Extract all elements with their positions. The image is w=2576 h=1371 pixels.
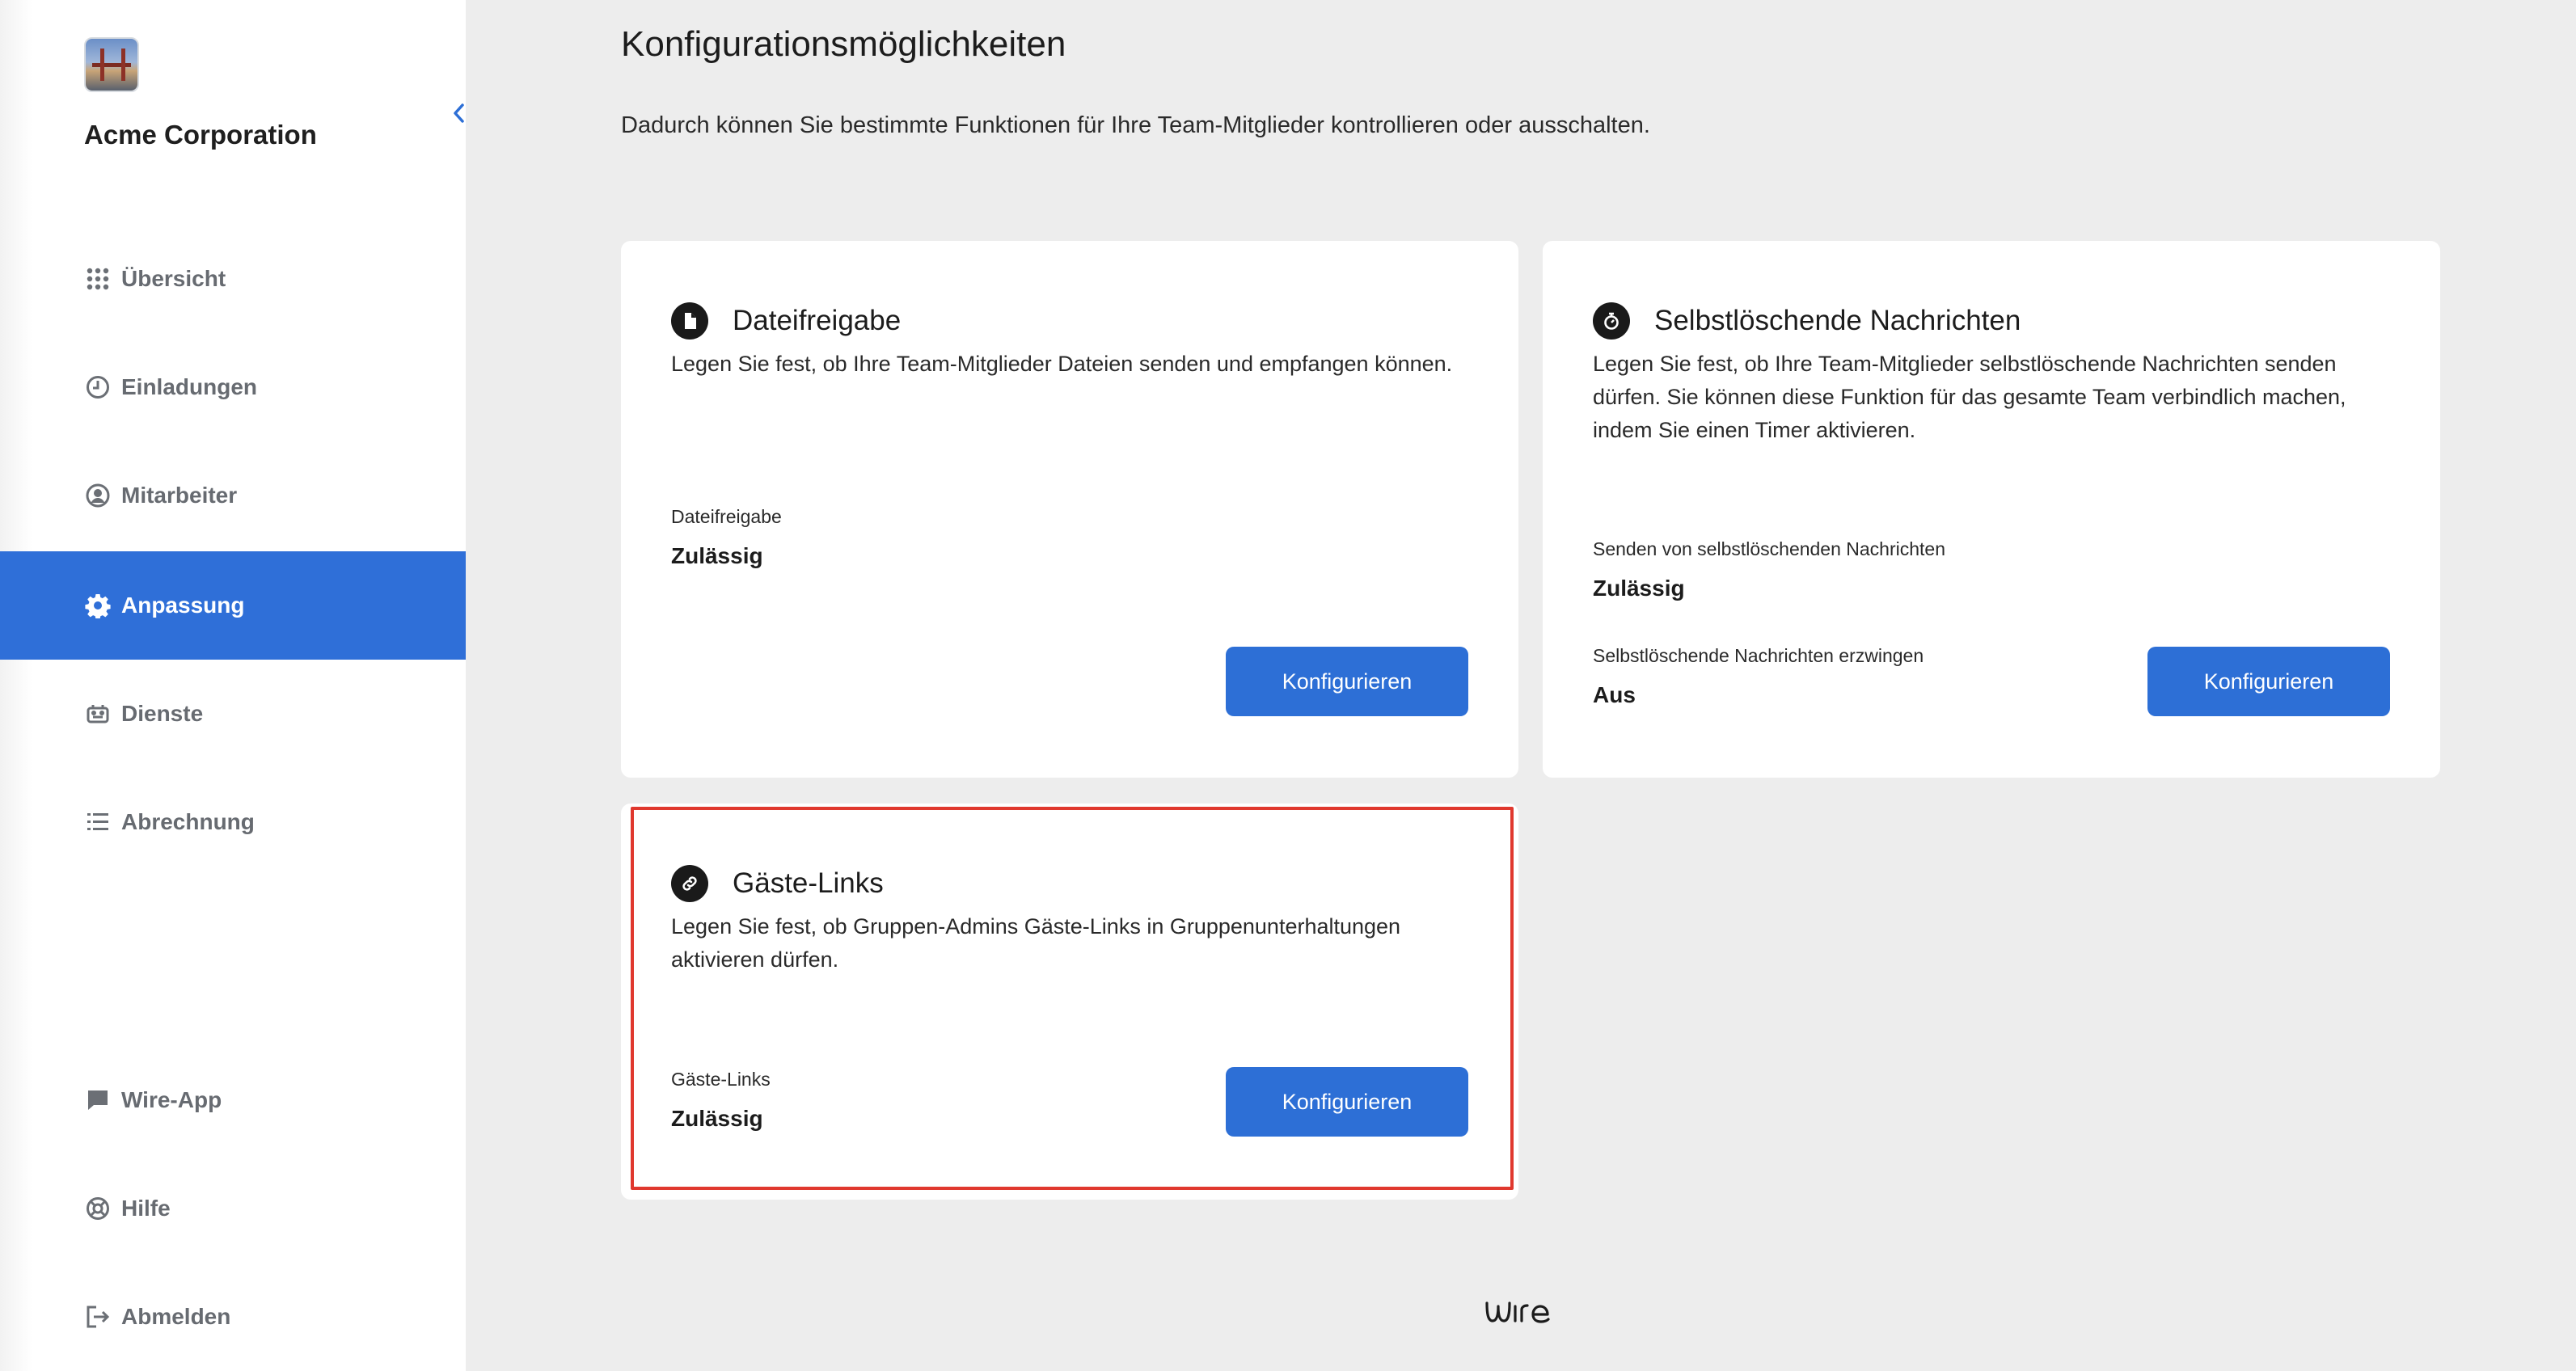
sidebar-item-hilfe[interactable]: Hilfe [0,1154,466,1263]
grid-icon [84,265,112,293]
sidebar-item-einladungen[interactable]: Einladungen [0,333,466,441]
card-title: Gäste-Links [733,867,884,899]
card-title: Selbstlöschende Nachrichten [1654,305,2021,336]
page-description: Dadurch können Sie bestimmte Funktionen … [621,112,1650,138]
sidebar-item-label: Einladungen [121,374,257,399]
sidebar-item-label: Mitarbeiter [121,483,238,508]
sidebar-item-wire-app[interactable]: Wire-App [0,1046,466,1154]
card-description: Legen Sie fest, ob Ihre Team-Mitglieder … [671,352,1453,376]
field-value: Aus [1593,682,1636,707]
sidebar-item-uebersicht[interactable]: Übersicht [0,225,466,333]
team-logo [84,37,139,92]
field-value: Zulässig [671,1106,763,1131]
card-description: Legen Sie fest, ob Ihre Team-Mitglieder … [1593,352,2346,442]
guest-links-card: Gäste-Links Legen Sie fest, ob Gruppen-A… [621,804,1518,1200]
card-title: Dateifreigabe [733,305,902,336]
gear-icon [84,592,112,619]
sidebar-item-abmelden[interactable]: Abmelden [0,1263,466,1371]
field-value: Zulässig [671,543,763,568]
timer-icon [1593,302,1630,340]
chevron-left-icon [450,101,468,129]
sidebar-item-label: Dienste [121,701,204,726]
link-icon [671,865,708,902]
configure-button[interactable]: Konfigurieren [1226,647,1468,716]
list-icon [84,808,112,836]
configure-button[interactable]: Konfigurieren [1226,1067,1468,1137]
sidebar-item-abrechnung[interactable]: Abrechnung [0,768,466,876]
sidebar: Acme Corporation Übersicht Einladungen M… [0,0,466,1371]
wire-logo [1484,1293,1569,1332]
collapse-sidebar-button[interactable] [443,91,475,139]
sidebar-item-label: Anpassung [121,593,245,618]
sidebar-item-anpassung[interactable]: Anpassung [0,551,466,660]
field-label: Dateifreigabe [671,506,782,527]
file-sharing-card: Dateifreigabe Legen Sie fest, ob Ihre Te… [621,241,1518,778]
clock-icon [84,373,112,401]
sidebar-item-mitarbeiter[interactable]: Mitarbeiter [0,441,466,550]
self-deleting-messages-card: Selbstlöschende Nachrichten Legen Sie fe… [1543,241,2440,778]
bot-icon [84,700,112,728]
configure-button[interactable]: Konfigurieren [2147,647,2390,716]
sidebar-item-label: Abrechnung [121,809,255,834]
sidebar-item-label: Hilfe [121,1196,171,1221]
user-circle-icon [84,482,112,509]
sidebar-item-dienste[interactable]: Dienste [0,660,466,768]
field-label: Selbstlöschende Nachrichten erzwingen [1593,645,1924,666]
page-title: Konfigurationsmöglichkeiten [621,24,1066,64]
card-description: Legen Sie fest, ob Gruppen-Admins Gäste-… [671,914,1401,972]
logout-icon [84,1303,112,1331]
org-name: Acme Corporation [84,120,317,150]
lifebuoy-icon [84,1195,112,1222]
sidebar-item-label: Wire-App [121,1087,222,1112]
file-icon [671,302,708,340]
field-label: Gäste-Links [671,1069,771,1090]
chat-bubble-icon [84,1086,112,1114]
sidebar-item-label: Übersicht [121,266,226,291]
field-label: Senden von selbstlöschenden Nachrichten [1593,538,1946,559]
sidebar-item-label: Abmelden [121,1304,231,1329]
field-value: Zulässig [1593,576,1685,601]
